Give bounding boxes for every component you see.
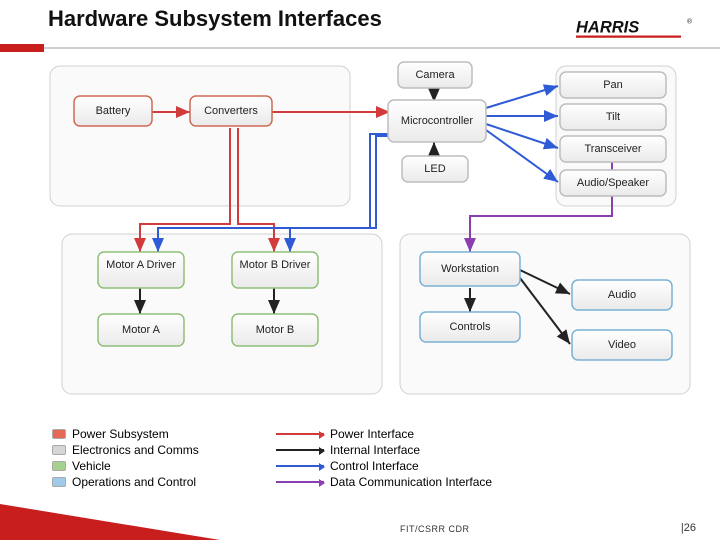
swatch-ops bbox=[52, 477, 66, 487]
group-power-electronics bbox=[50, 66, 350, 206]
node-motor-a-driver: Motor A Driver bbox=[98, 252, 184, 288]
legend-label: Power Interface bbox=[330, 426, 414, 442]
legend-subsystems: Power Subsystem Electronics and Comms Ve… bbox=[52, 426, 199, 490]
svg-text:®: ® bbox=[687, 18, 692, 26]
node-camera: Camera bbox=[398, 62, 472, 88]
svg-text:LED: LED bbox=[424, 163, 445, 175]
svg-text:Transceiver: Transceiver bbox=[584, 143, 641, 155]
footer-triangle-icon bbox=[0, 504, 220, 540]
legend-label: Vehicle bbox=[72, 458, 111, 474]
node-workstation: Workstation bbox=[420, 252, 520, 286]
line-control bbox=[276, 465, 324, 467]
svg-text:Pan: Pan bbox=[603, 79, 623, 91]
legend-label: Control Interface bbox=[330, 458, 419, 474]
svg-text:Audio/Speaker: Audio/Speaker bbox=[577, 177, 649, 189]
svg-text:Controls: Controls bbox=[450, 321, 491, 333]
page-number: |26 bbox=[681, 522, 696, 534]
svg-text:Tilt: Tilt bbox=[606, 111, 620, 123]
node-converters: Converters bbox=[190, 96, 272, 126]
legend-label: Electronics and Comms bbox=[72, 442, 199, 458]
line-internal bbox=[276, 449, 324, 451]
footer-copy: FIT/CSRR CDR bbox=[400, 524, 470, 534]
legend-interfaces: Power Interface Internal Interface Contr… bbox=[276, 426, 492, 490]
swatch-electronics bbox=[52, 445, 66, 455]
logo-text: HARRIS bbox=[576, 19, 639, 37]
svg-text:Microcontroller: Microcontroller bbox=[401, 115, 473, 127]
block-diagram: Battery Converters Camera Microcontrolle… bbox=[0, 56, 720, 426]
legend-label: Operations and Control bbox=[72, 474, 196, 490]
node-audio: Audio bbox=[572, 280, 672, 310]
swatch-power bbox=[52, 429, 66, 439]
svg-text:Converters: Converters bbox=[204, 105, 258, 117]
node-audio-speaker: Audio/Speaker bbox=[560, 170, 666, 196]
node-battery: Battery bbox=[74, 96, 152, 126]
node-controls: Controls bbox=[420, 312, 520, 342]
swatch-vehicle bbox=[52, 461, 66, 471]
node-video: Video bbox=[572, 330, 672, 360]
svg-text:Battery: Battery bbox=[96, 105, 131, 117]
node-motor-b: Motor B bbox=[232, 314, 318, 346]
heading-rule bbox=[0, 44, 720, 52]
node-transceiver: Transceiver bbox=[560, 136, 666, 162]
header: Hardware Subsystem Interfaces HARRIS ® bbox=[0, 0, 720, 54]
node-motor-b-driver: Motor B Driver bbox=[232, 252, 318, 288]
legend-label: Data Communication Interface bbox=[330, 474, 492, 490]
node-led: LED bbox=[402, 156, 468, 182]
legend-label: Internal Interface bbox=[330, 442, 420, 458]
svg-text:Audio: Audio bbox=[608, 289, 636, 301]
node-tilt: Tilt bbox=[560, 104, 666, 130]
svg-text:Motor B: Motor B bbox=[256, 324, 295, 336]
line-data bbox=[276, 481, 324, 483]
node-motor-a: Motor A bbox=[98, 314, 184, 346]
footer: FIT/CSRR CDR |26 bbox=[0, 510, 720, 540]
line-power bbox=[276, 433, 324, 435]
svg-text:Workstation: Workstation bbox=[441, 263, 499, 275]
node-pan: Pan bbox=[560, 72, 666, 98]
svg-text:Motor B Driver: Motor B Driver bbox=[240, 259, 311, 271]
svg-text:Camera: Camera bbox=[415, 69, 455, 81]
svg-text:Video: Video bbox=[608, 339, 636, 351]
legend-label: Power Subsystem bbox=[72, 426, 169, 442]
svg-text:Motor A: Motor A bbox=[122, 324, 161, 336]
harris-logo: HARRIS ® bbox=[576, 14, 696, 47]
node-microcontroller: Microcontroller bbox=[388, 100, 486, 142]
svg-text:Motor A Driver: Motor A Driver bbox=[106, 259, 176, 271]
